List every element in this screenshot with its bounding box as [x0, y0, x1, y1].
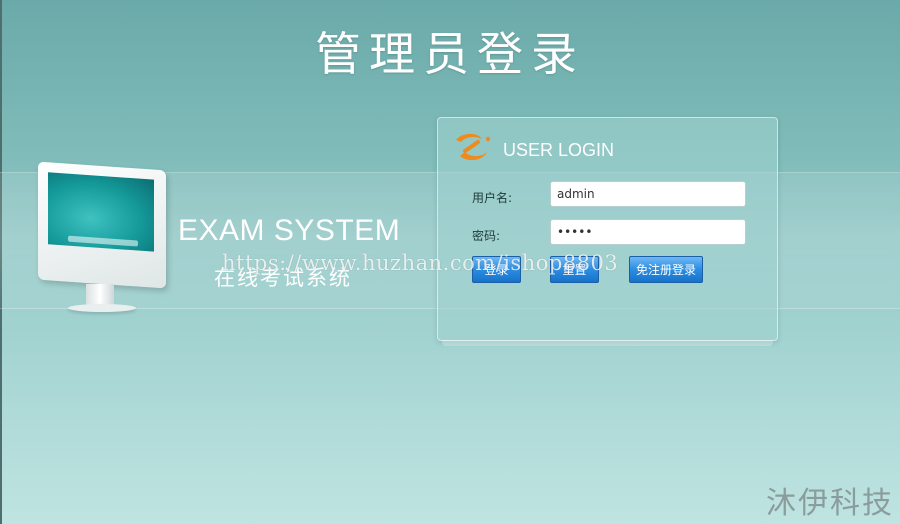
monitor-body — [38, 161, 166, 289]
brand-watermark: 沐伊科技 — [766, 486, 894, 521]
monitor-screen — [48, 172, 154, 252]
page-title: 管理员登录 — [315, 27, 585, 81]
computer-monitor-icon — [34, 161, 174, 326]
login-panel: USER LOGIN 用户名: 密码: 登录 重置 免注册登录 — [437, 117, 778, 346]
username-label: 用户名: — [472, 191, 513, 205]
username-input[interactable] — [550, 181, 746, 207]
password-label: 密码: — [472, 229, 501, 243]
monitor-base — [68, 304, 136, 312]
monitor-stand — [86, 284, 114, 306]
monitor-dock — [68, 235, 138, 247]
watermark-url: https://www.huzhan.com/ishop8803 — [222, 251, 619, 275]
swirl-logo-icon — [456, 133, 491, 161]
free-login-button[interactable]: 免注册登录 — [629, 256, 703, 283]
password-input[interactable] — [550, 219, 746, 245]
login-heading: USER LOGIN — [503, 140, 615, 160]
system-title: EXAM SYSTEM — [178, 214, 401, 247]
